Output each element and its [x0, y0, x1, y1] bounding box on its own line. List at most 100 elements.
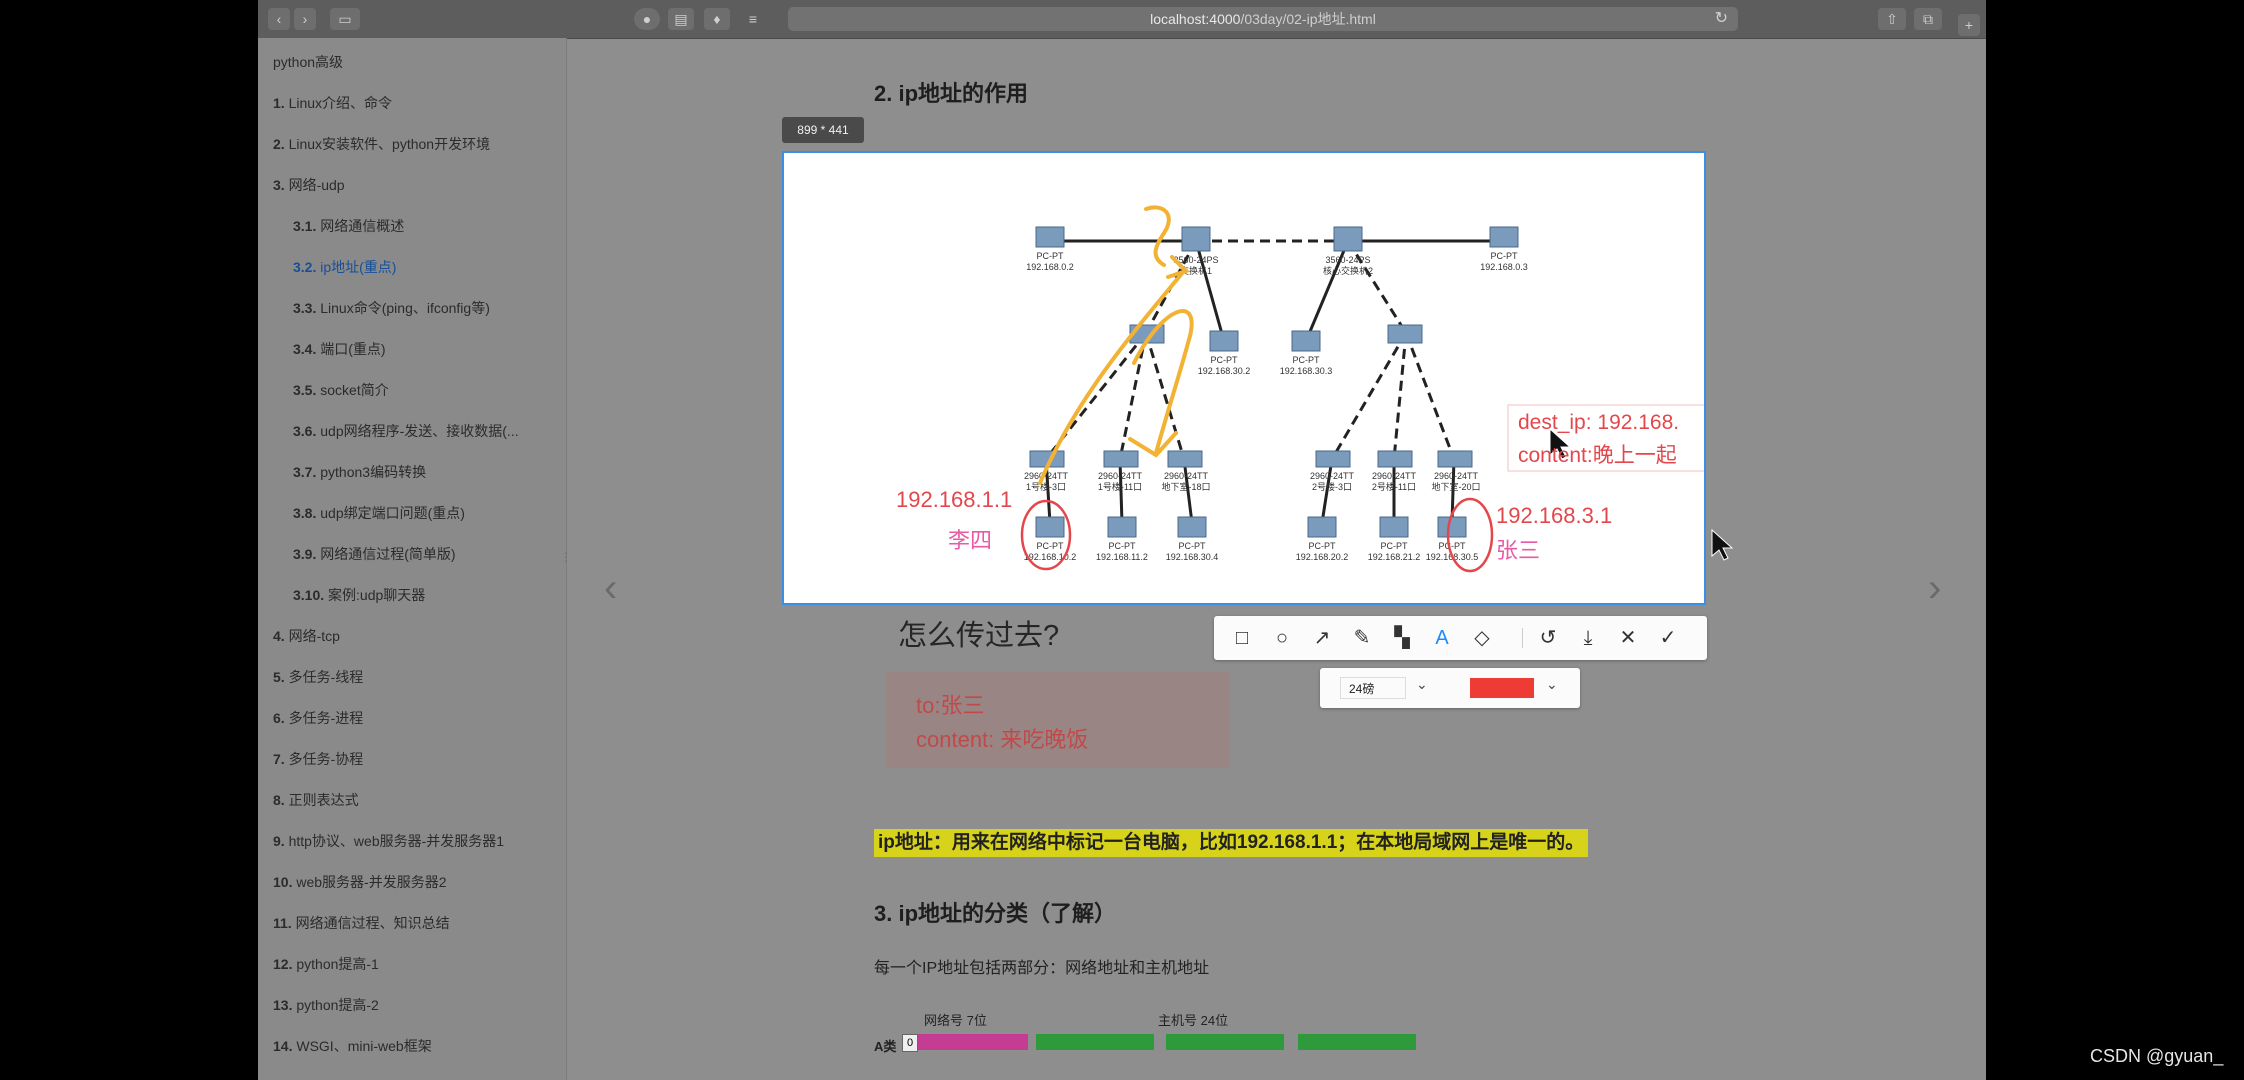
node-label: 地下室-20口 [1431, 481, 1480, 492]
node-label: PC-PT [1037, 251, 1065, 261]
node-label: 192.168.21.2 [1368, 552, 1421, 562]
close-icon[interactable]: ✕ [1616, 626, 1640, 650]
node-label: 核心交换机2 [1323, 265, 1373, 276]
node-label: 192.168.0.3 [1480, 262, 1528, 272]
annotation-toolbar: □ ○ ↗ ✎ ▚ A ◇ ↺ ⤓ ✕ ✓ [1214, 616, 1707, 660]
list-icon[interactable]: ≡ [740, 8, 766, 30]
tabs-icon[interactable]: ⧉ [1914, 8, 1942, 30]
sidebar-item[interactable]: 9. http协议、web服务器-并发服务器1 [273, 831, 504, 851]
undo-icon[interactable]: ↺ [1536, 626, 1560, 650]
node-label: 192.168.0.2 [1026, 262, 1074, 272]
sidebar-item[interactable]: 3. 网络-udp [273, 175, 345, 195]
reader-icon[interactable]: ▤ [668, 8, 694, 30]
pc-node [1177, 516, 1207, 538]
node-label: 1号楼-3口 [1026, 481, 1066, 492]
sidebar-item[interactable]: 3.1. 网络通信概述 [293, 216, 404, 236]
network-diagram: PC-PT 192.168.0.2 3560-24PS 交换机1 3560-24… [1020, 205, 1704, 573]
new-tab-icon[interactable]: + [1958, 14, 1980, 36]
sidebar-item[interactable]: 10. web服务器-并发服务器2 [273, 872, 447, 892]
node-label: 3560-24PS [1325, 255, 1370, 265]
chevron-down-icon[interactable]: ⌄ [1546, 676, 1558, 693]
capture-region[interactable]: PC-PT 192.168.0.2 3560-24PS 交换机1 3560-24… [782, 151, 1706, 605]
forward-icon[interactable]: › [294, 8, 316, 30]
annotation-ip-left: 192.168.1.1 [896, 487, 1013, 512]
message-to: to:张三 [916, 693, 985, 718]
color-swatch[interactable] [1470, 678, 1534, 698]
text-icon[interactable]: A [1430, 626, 1454, 650]
annotation-ip-right: 192.168.3.1 [1496, 503, 1613, 528]
sidebar-item[interactable]: 1. Linux介绍、命令 [273, 93, 392, 113]
share-icon[interactable]: ⇧ [1878, 8, 1906, 30]
rectangle-icon[interactable]: □ [1230, 626, 1254, 650]
lightbulb-icon[interactable]: ♦ [704, 8, 730, 30]
node-label: PC-PT [1439, 541, 1467, 551]
toolbar-divider [1522, 628, 1523, 648]
pencil-icon[interactable]: ✎ [1350, 626, 1374, 650]
sidebar-item[interactable]: 12. python提高-1 [273, 954, 379, 974]
sidebar-item[interactable]: 8. 正则表达式 [273, 790, 359, 810]
reload-icon[interactable]: ↻ [1715, 7, 1728, 31]
node-label: 2960-24TT [1098, 471, 1143, 481]
next-page-icon[interactable]: › [1928, 566, 1941, 611]
sidebar-item[interactable]: 3.9. 网络通信过程(简单版) [293, 544, 456, 564]
pc-node [1209, 330, 1239, 352]
node-label: 2号楼-11口 [1372, 481, 1416, 492]
download-icon[interactable]: ⤓ [1576, 626, 1600, 650]
switch-node [1333, 226, 1363, 252]
adblock-icon[interactable]: ● [634, 8, 660, 30]
host-segment-2 [1166, 1034, 1284, 1050]
annotation-dest-content: content:晚上一起 [1518, 444, 1677, 467]
sidebar-item[interactable]: 14. WSGI、mini-web框架 [273, 1036, 432, 1056]
arrow-icon[interactable]: ↗ [1310, 626, 1334, 650]
address-bar[interactable]: localhost:4000/03day/02-ip地址.html ↻ [788, 7, 1738, 31]
sidebar-item[interactable]: 4. 网络-tcp [273, 626, 340, 646]
sidebar-item[interactable]: 3.10. 案例:udp聊天器 [293, 585, 425, 605]
font-size-select[interactable]: 24磅 [1340, 677, 1406, 699]
node-label: 192.168.30.3 [1280, 366, 1333, 376]
mosaic-icon[interactable]: ▚ [1390, 626, 1414, 650]
node-label: PC-PT [1109, 541, 1137, 551]
sidebar-item[interactable]: 3.6. udp网络程序-发送、接收数据(... [293, 421, 519, 441]
sidebar-item[interactable]: 7. 多任务-协程 [273, 749, 363, 769]
ellipse-icon[interactable]: ○ [1270, 626, 1294, 650]
sidebar-item[interactable]: 11. 网络通信过程、知识总结 [273, 913, 450, 933]
pc-node [1307, 516, 1337, 538]
back-icon[interactable]: ‹ [268, 8, 290, 30]
node-label: PC-PT [1381, 541, 1409, 551]
sidebar-item[interactable]: 6. 多任务-进程 [273, 708, 363, 728]
sidebar-item[interactable]: 3.5. socket简介 [293, 380, 389, 400]
capture-size-label: 899 * 441 [782, 117, 864, 143]
annotation-name-right: 张三 [1496, 538, 1541, 563]
switch-node [1103, 450, 1139, 468]
sidebar-item-active[interactable]: 3.2. ip地址(重点) [293, 257, 396, 277]
node-label: PC-PT [1309, 541, 1337, 551]
sidebar-item[interactable]: 3.7. python3编码转换 [293, 462, 426, 482]
url-host: localhost:4000 [1150, 11, 1241, 27]
eraser-icon[interactable]: ◇ [1470, 626, 1494, 650]
host-bits-label: 主机号 24位 [1158, 1013, 1229, 1028]
sidebar-toggle-icon[interactable]: ▭ [330, 8, 360, 30]
host-segment-1 [1036, 1034, 1154, 1050]
sidebar-item[interactable]: 5. 多任务-线程 [273, 667, 363, 687]
annotation-dest-ip: dest_ip: 192.168. [1518, 411, 1680, 434]
switch-node [1315, 450, 1351, 468]
switch-node [1387, 324, 1423, 344]
sidebar-item[interactable]: 2. Linux安装软件、python开发环境 [273, 134, 490, 154]
sidebar-title[interactable]: python高级 [273, 52, 343, 72]
node-label: PC-PT [1491, 251, 1519, 261]
prev-page-icon[interactable]: ‹ [604, 566, 617, 611]
cursor-icon [1711, 528, 1734, 561]
chevron-down-icon[interactable]: ⌄ [1416, 676, 1428, 693]
toc-sidebar: python高级 1. Linux介绍、命令 2. Linux安装软件、pyth… [258, 38, 572, 1080]
sidebar-item[interactable]: 3.4. 端口(重点) [293, 339, 386, 359]
node-label: 2960-24TT [1310, 471, 1355, 481]
check-icon[interactable]: ✓ [1656, 626, 1680, 650]
sidebar-item[interactable]: 13. python提高-2 [273, 995, 379, 1015]
sidebar-item[interactable]: 3.3. Linux命令(ping、ifconfig等) [293, 298, 490, 318]
node-label: 2960-24TT [1164, 471, 1209, 481]
question-text: 怎么传过去? [898, 620, 1060, 652]
url-path: /03day/02-ip地址.html [1240, 11, 1376, 27]
switch-node [1167, 450, 1203, 468]
pc-node [1107, 516, 1137, 538]
sidebar-item[interactable]: 3.8. udp绑定端口问题(重点) [293, 503, 465, 523]
